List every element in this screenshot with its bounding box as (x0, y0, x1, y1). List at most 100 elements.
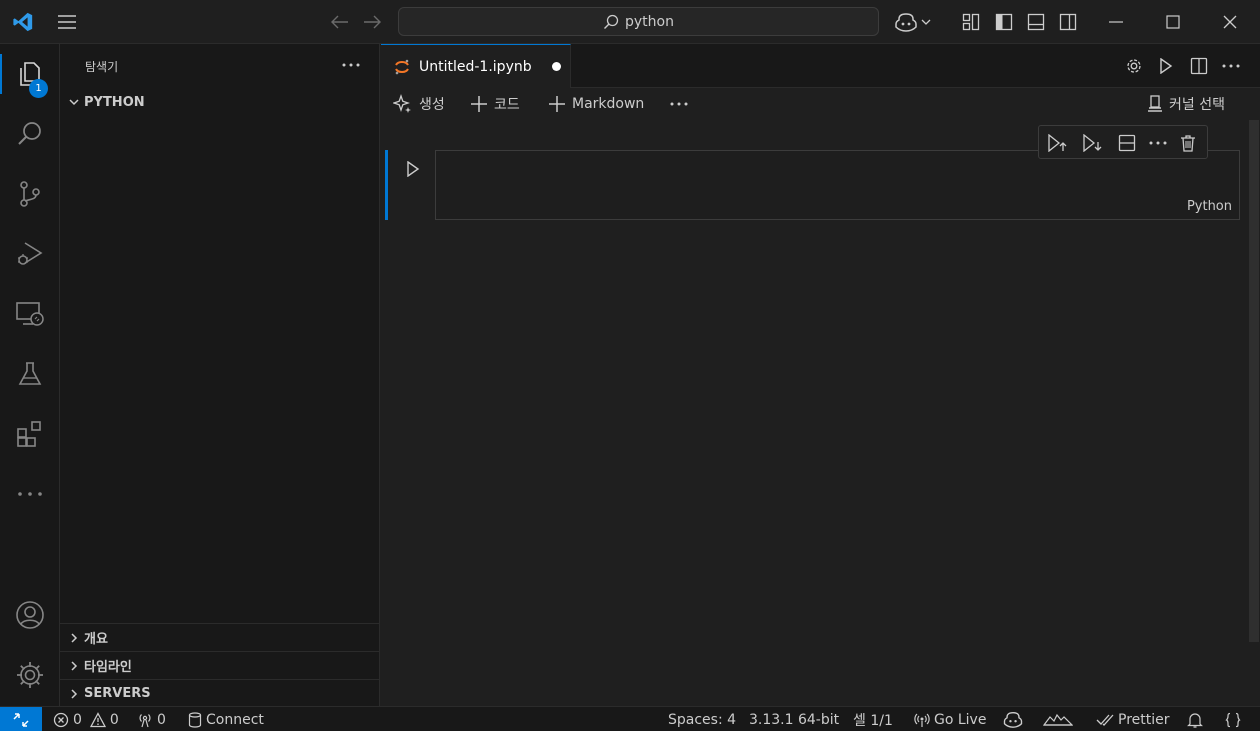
cell-focus-indicator (385, 150, 388, 220)
tab-label: Untitled-1.ipynb (419, 58, 532, 75)
notebook-more-actions-icon[interactable] (670, 92, 688, 116)
unsaved-dot-icon[interactable] (551, 62, 561, 71)
ports-status[interactable]: 0 (137, 707, 166, 731)
command-center-search[interactable]: python (398, 7, 879, 36)
indentation-status[interactable]: Spaces: 4 (668, 707, 736, 731)
jupyter-icon (393, 58, 411, 76)
connect-label: Connect (206, 711, 264, 728)
folder-section-python[interactable]: PYTHON (60, 91, 379, 113)
spaces-label: Spaces: 4 (668, 711, 737, 728)
cell-position-status[interactable]: 셀 1/1 (853, 707, 893, 731)
split-cell-icon[interactable] (1115, 131, 1139, 155)
toggle-panel-icon[interactable] (1024, 10, 1048, 34)
problems-status[interactable]: 0 0 (53, 707, 119, 731)
chevron-right-icon (64, 655, 84, 677)
menu-icon[interactable] (55, 10, 79, 34)
close-icon[interactable] (1218, 10, 1242, 34)
run-cell-icon[interactable] (402, 158, 424, 180)
more-views-icon[interactable] (0, 470, 60, 518)
generate-button[interactable]: 생성 (393, 92, 445, 116)
plus-icon (548, 95, 566, 113)
section-label: 개요 (84, 632, 108, 647)
error-icon (53, 712, 69, 728)
cell-position-label: 셀 1/1 (853, 712, 893, 729)
go-live-status[interactable]: Go Live (914, 707, 986, 731)
section-outline[interactable]: 개요 (60, 623, 379, 651)
copilot-status-icon[interactable] (1003, 707, 1023, 731)
editor-scrollbar[interactable] (1249, 120, 1259, 642)
customize-layout-icon[interactable] (959, 10, 983, 34)
split-editor-icon[interactable] (1186, 54, 1212, 78)
remote-explorer-icon[interactable] (0, 290, 60, 338)
explorer-badge: 1 (29, 79, 48, 98)
search-view-icon[interactable] (0, 110, 60, 158)
run-below-icon[interactable] (1080, 131, 1104, 155)
cell-language-label[interactable]: Python (1187, 199, 1232, 214)
plus-icon (470, 95, 488, 113)
database-icon (188, 711, 202, 728)
maximize-icon[interactable] (1161, 10, 1185, 34)
python-version-label: 3.13.1 64-bit (749, 711, 840, 728)
double-check-icon (1096, 713, 1114, 727)
section-servers[interactable]: SERVERS (60, 679, 379, 707)
warning-icon (89, 711, 106, 728)
run-all-icon[interactable] (1153, 54, 1179, 78)
forward-arrow-icon[interactable] (360, 10, 384, 34)
remote-indicator-icon[interactable] (0, 707, 42, 731)
language-mode-braces-icon[interactable] (1225, 707, 1241, 731)
testing-icon[interactable] (0, 350, 60, 398)
manage-gear-icon[interactable] (0, 651, 60, 699)
python-interpreter-status[interactable]: 3.13.1 64-bit (749, 707, 839, 731)
explorer-icon[interactable]: 1 (0, 50, 60, 98)
code-label: 코드 (494, 97, 520, 113)
connect-database-status[interactable]: Connect (188, 707, 264, 731)
source-control-icon[interactable] (0, 170, 60, 218)
explorer-sidebar: 탐색기 PYTHON 개요 타임라인 SERVERS (60, 44, 380, 706)
activity-bar: 1 (0, 44, 60, 706)
extensions-icon[interactable] (0, 410, 60, 458)
add-markdown-cell-button[interactable]: Markdown (548, 92, 644, 116)
copilot-icon[interactable] (893, 10, 933, 34)
minimize-icon[interactable] (1104, 10, 1128, 34)
error-count: 0 (73, 711, 82, 728)
prettier-status[interactable]: Prettier (1096, 707, 1170, 731)
notebook-toolbar: 생성 코드 Markdown 커널 선택 (381, 88, 1260, 120)
select-kernel-button[interactable]: 커널 선택 (1147, 92, 1225, 116)
notifications-bell-icon[interactable] (1187, 707, 1203, 731)
extension-status-icon[interactable] (1043, 707, 1073, 731)
add-code-cell-button[interactable]: 코드 (470, 92, 520, 116)
code-cell-editor[interactable]: Python (435, 150, 1240, 220)
warning-count: 0 (109, 711, 119, 728)
vscode-logo-icon (11, 10, 35, 34)
accounts-icon[interactable] (0, 591, 60, 639)
radio-tower-icon (914, 712, 930, 728)
sidebar-title: 탐색기 (85, 60, 119, 74)
editor-more-actions-icon[interactable] (1218, 54, 1244, 78)
title-bar: python (0, 0, 1260, 44)
server-environment-icon (1147, 95, 1163, 113)
generate-label: 생성 (419, 97, 445, 113)
markdown-label: Markdown (572, 96, 645, 112)
kernel-label: 커널 선택 (1169, 97, 1225, 113)
run-debug-icon[interactable] (0, 230, 60, 278)
ports-count: 0 (157, 711, 166, 728)
go-live-label: Go Live (934, 711, 987, 728)
sparkle-icon (393, 94, 413, 114)
toggle-primary-sidebar-icon[interactable] (992, 10, 1016, 34)
back-arrow-icon[interactable] (328, 10, 352, 34)
section-label: 타임라인 (84, 660, 132, 675)
notebook-settings-gear-icon[interactable] (1121, 54, 1147, 78)
cell-toolbar (1038, 125, 1208, 159)
run-above-icon[interactable] (1045, 131, 1069, 155)
section-timeline[interactable]: 타임라인 (60, 651, 379, 679)
toggle-secondary-sidebar-icon[interactable] (1056, 10, 1080, 34)
chevron-right-icon (64, 627, 84, 649)
chevron-down-icon (64, 91, 84, 113)
tab-untitled-notebook[interactable]: Untitled-1.ipynb (381, 44, 571, 88)
search-text: python (625, 13, 674, 30)
cell-more-actions-icon[interactable] (1146, 131, 1170, 155)
search-icon (603, 14, 619, 30)
sidebar-more-actions-icon[interactable] (340, 54, 362, 76)
status-bar: 0 0 0 Connect Spaces: 4 3.13.1 64-bit 셀 … (0, 706, 1260, 731)
delete-cell-trash-icon[interactable] (1176, 131, 1200, 155)
